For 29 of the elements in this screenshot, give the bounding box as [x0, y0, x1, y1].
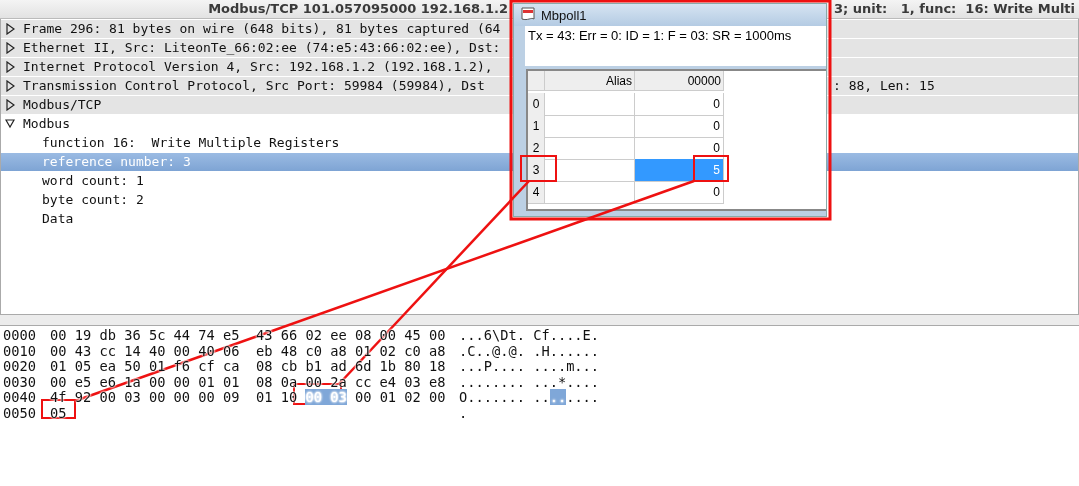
ascii-text: .C..@.@. .H...... — [459, 343, 600, 359]
ascii-text: ........ ...*.... — [459, 374, 600, 390]
tree-row-label: Modbus — [23, 115, 70, 133]
window-title: Mbpoll1 — [541, 7, 587, 23]
tree-row-label: Ethernet II, Src: LiteonTe_66:02:ee (74:e5:43:66:02:ee), Dst: — [23, 39, 501, 57]
tree-row-label: Modbus/TCP — [23, 96, 102, 114]
tree-row-label: word count: 1 — [42, 172, 144, 190]
ascii-text: ...P.... ....m... — [459, 359, 600, 375]
ascii-text: O....... ........ — [459, 390, 600, 406]
hex-bytes: 05 — [50, 405, 67, 421]
tree-row-label: Data — [42, 210, 74, 228]
ascii-text: ...6\Dt. Cf....E. — [459, 328, 600, 344]
tree-row-label: Frame 296: 81 bytes on wire (648 bits), 81 bytes captured (64 — [23, 20, 501, 38]
hex-offset: 0030 — [3, 374, 36, 390]
hex-offset: 0040 — [3, 390, 36, 406]
hex-offset: 0010 — [3, 343, 36, 359]
tree-row-label: Transmission Control Protocol, Src Port: 59984 (59984), Dst — [23, 77, 485, 95]
window-title: 3; unit: 1, func: 16: Write Multi — [833, 0, 1077, 18]
tree-row-label: reference number: 3 — [42, 153, 191, 171]
tree-row-label: Internet Protocol Version 4, Src: 192.168.1.2 (192.168.1.2), — [23, 58, 493, 76]
window-title: Modbus/TCP 101.057095000 192.168.1.2 — [207, 0, 509, 18]
hex-offset: 0020 — [3, 359, 36, 375]
ascii-text: . — [459, 405, 468, 421]
hex-offset: 0000 — [3, 328, 36, 344]
status-text: Tx = 43: Err = 0: ID = 1: F = 03: SR = 1000ms — [525, 26, 826, 66]
tree-row-label: : 88, Len: 15 — [832, 77, 936, 95]
hex-offset: 0050 — [3, 405, 36, 421]
tree-row-label: function 16: Write Multiple Registers — [42, 134, 340, 152]
tree-row-label: byte count: 2 — [42, 191, 144, 209]
